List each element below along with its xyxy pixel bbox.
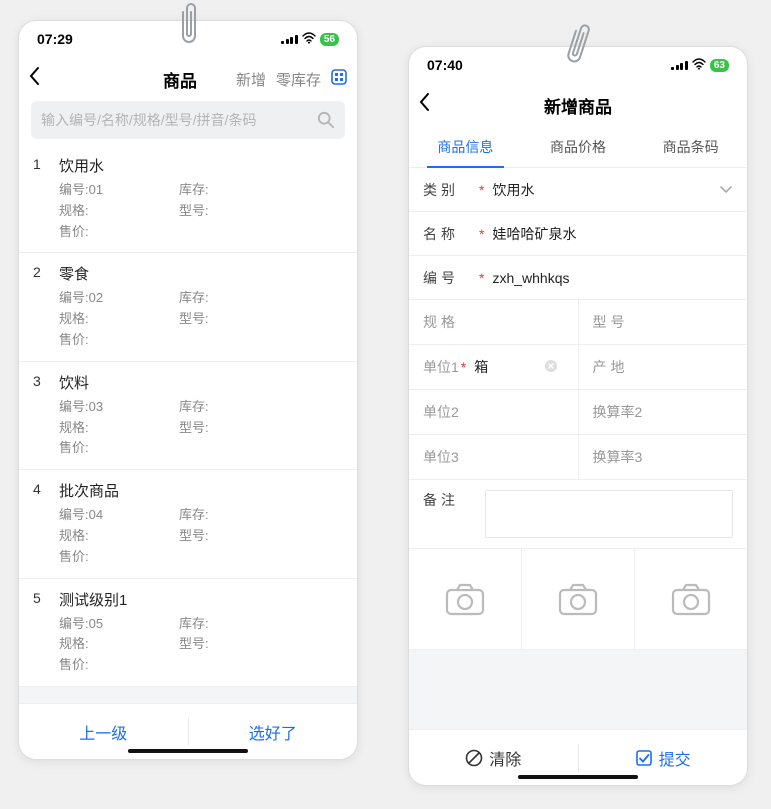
unit2-field[interactable]: 单位2	[409, 390, 579, 434]
price-label: 售价:	[59, 222, 179, 243]
model-label: 型号:	[179, 201, 209, 222]
signal-icon	[281, 35, 298, 44]
paperclip-icon	[178, 2, 200, 46]
tab-price[interactable]: 商品价格	[522, 127, 635, 167]
category-value: 饮用水	[492, 180, 719, 200]
battery-badge: 63	[710, 59, 729, 72]
search-icon	[317, 111, 335, 129]
code-row[interactable]: 编号 * zxh_whhkqs	[409, 256, 747, 300]
rate2-field[interactable]: 换算率2	[579, 390, 748, 434]
photo-slot[interactable]	[522, 549, 635, 649]
search-box[interactable]	[31, 101, 345, 139]
category-row[interactable]: 类别 * 饮用水	[409, 168, 747, 212]
back-button[interactable]	[29, 66, 53, 92]
code-value: zxh_whhkqs	[492, 270, 733, 286]
model-field[interactable]: 型号	[579, 300, 748, 344]
battery-badge: 56	[320, 33, 339, 46]
grid-icon[interactable]	[331, 69, 347, 90]
list-item[interactable]: 5 测试级别1 编号:05库存: 规格:型号: 售价:	[19, 579, 357, 687]
item-index: 1	[33, 155, 47, 242]
nav-add-button[interactable]: 新增	[236, 69, 266, 90]
remark-input[interactable]	[485, 490, 733, 538]
wifi-icon	[692, 58, 706, 73]
stock-label: 库存:	[179, 180, 209, 201]
add-product-screen: 07:40 63 新增商品 商品信息 商品价格 商品条码 类别 * 饮用水	[408, 46, 748, 786]
photo-slot[interactable]	[409, 549, 522, 649]
list-item[interactable]: 1 饮用水 编号:01库存: 规格:型号: 售价:	[19, 145, 357, 253]
unit1-value: 箱	[474, 357, 537, 377]
clock: 07:29	[37, 31, 73, 47]
photo-row	[409, 549, 747, 650]
camera-icon	[445, 582, 485, 616]
search-input[interactable]	[41, 112, 317, 128]
list-item[interactable]: 2 零食 编号:02库存: 规格:型号: 售价:	[19, 253, 357, 361]
home-indicator	[518, 775, 638, 779]
item-name: 饮用水	[59, 155, 341, 176]
camera-icon	[671, 582, 711, 616]
clear-icon[interactable]	[544, 359, 558, 376]
page-title: 商品	[53, 67, 236, 92]
form: 类别 * 饮用水 名称 * 娃哈哈矿泉水 编号 * zxh_whhkqs 规格 …	[409, 168, 747, 729]
check-icon	[635, 749, 653, 767]
remark-row: 备注	[409, 480, 747, 549]
tabs: 商品信息 商品价格 商品条码	[409, 127, 747, 168]
spec-label: 规格:	[59, 201, 179, 222]
nav-bar: 新增商品	[409, 83, 747, 127]
name-value: 娃哈哈矿泉水	[492, 224, 733, 244]
clock: 07:40	[427, 57, 463, 73]
tab-barcode[interactable]: 商品条码	[634, 127, 747, 167]
unit3-field[interactable]: 单位3	[409, 435, 579, 479]
product-list-screen: 07:29 56 商品 新增 零库存 1	[18, 20, 358, 760]
back-button[interactable]	[419, 92, 443, 118]
list-item[interactable]: 4 批次商品 编号:04库存: 规格:型号: 售价:	[19, 470, 357, 578]
nav-zero-stock-button[interactable]: 零库存	[276, 69, 321, 90]
chevron-down-icon	[719, 182, 733, 198]
rate3-field[interactable]: 换算率3	[579, 435, 748, 479]
name-row[interactable]: 名称 * 娃哈哈矿泉水	[409, 212, 747, 256]
origin-field[interactable]: 产地	[579, 345, 748, 389]
tab-info[interactable]: 商品信息	[409, 127, 522, 167]
list-item[interactable]: 3 饮料 编号:03库存: 规格:型号: 售价:	[19, 362, 357, 470]
wifi-icon	[302, 32, 316, 47]
cancel-icon	[465, 749, 483, 767]
signal-icon	[671, 61, 688, 70]
product-list: 1 饮用水 编号:01库存: 规格:型号: 售价: 2 零食 编号:02库存: …	[19, 145, 357, 703]
unit1-field[interactable]: 单位1 * 箱	[409, 345, 579, 389]
photo-slot[interactable]	[635, 549, 747, 649]
page-title: 新增商品	[443, 93, 713, 118]
spec-field[interactable]: 规格	[409, 300, 579, 344]
nav-bar: 商品 新增 零库存	[19, 57, 357, 101]
required-mark: *	[479, 182, 484, 198]
camera-icon	[558, 582, 598, 616]
home-indicator	[128, 749, 248, 753]
